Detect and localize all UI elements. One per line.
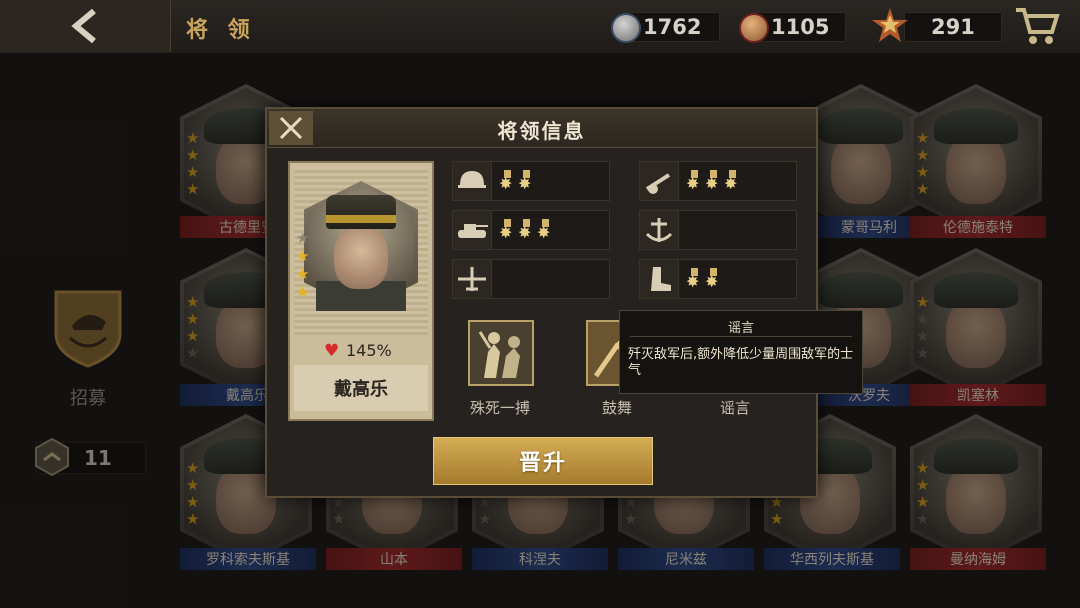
promote-button[interactable]: 晋升 [433, 437, 653, 485]
star-badge-icon [872, 8, 908, 42]
rating-medals: ✸ ✸ [499, 170, 533, 192]
shop-cart-icon[interactable] [1014, 6, 1060, 46]
silver-count: 1762 [643, 15, 702, 39]
close-button[interactable] [269, 111, 313, 145]
medal-icon: ✸ [537, 219, 552, 241]
promote-label: 晋升 [518, 451, 567, 476]
helmet-icon [453, 162, 492, 200]
bronze-medal-icon [739, 13, 769, 43]
portrait-kepi-band [326, 215, 396, 223]
rating-medals: ✸ ✸ ✸ [499, 219, 552, 241]
resource-bronze: 1105 [739, 12, 846, 43]
bronze-count: 1105 [771, 15, 830, 39]
medal-icon: ✸ [518, 219, 533, 241]
soldiers-icon [470, 322, 532, 384]
medal-icon: ✸ [686, 268, 701, 290]
branch-rating-row [639, 210, 797, 250]
rank-stars: ★★★★ [296, 229, 310, 301]
branch-rating-row [452, 259, 610, 299]
skill-last-stand-label: 殊死一搏 [469, 399, 530, 417]
boot-icon [640, 260, 679, 298]
chevron-left-icon [71, 9, 96, 43]
stat-percent: 145% [346, 341, 392, 360]
tooltip-text: 歼灭敌军后,额外降低少量周围敌军的士气 [628, 347, 854, 378]
branch-rating-row: ✸ ✸ [639, 259, 797, 299]
modal-title: 将领信息 [497, 119, 586, 143]
medal-icon: ✸ [499, 219, 514, 241]
medal-icon: ✸ [499, 170, 514, 192]
silver-medal-icon [611, 13, 641, 43]
portrait-face [334, 225, 388, 289]
branch-rating-row: ✸ ✸ [452, 161, 610, 201]
medal-icon: ✸ [724, 170, 739, 192]
tooltip-title: 谣言 [727, 321, 754, 336]
general-card: ★ ★ ★ ★ ♥ 145% 戴高乐 [288, 161, 434, 421]
medal-icon: ✸ [705, 268, 720, 290]
top-bar: 将 领 1762 1105 291 [0, 0, 1080, 53]
resource-star: 291 [872, 8, 1002, 42]
heart-icon: ♥ [324, 341, 340, 361]
plane-icon [453, 260, 492, 298]
rating-medals: ✸ ✸ ✸ [686, 170, 739, 192]
portrait-kepi [326, 195, 396, 229]
anchor-icon [640, 211, 679, 249]
skill-rumor-label: 谣言 [719, 399, 750, 417]
star-count: 291 [931, 15, 975, 39]
medal-icon: ✸ [686, 170, 701, 192]
skill-inspire-label: 鼓舞 [601, 399, 632, 417]
medal-icon: ✸ [705, 170, 720, 192]
general-name: 戴高乐 [334, 379, 388, 400]
skill-last-stand-button[interactable] [468, 320, 534, 386]
medal-icon: ✸ [518, 170, 533, 192]
skill-tooltip: 谣言 歼灭敌军后,额外降低少量周围敌军的士气 [619, 310, 863, 394]
page-title: 将 领 [186, 18, 256, 43]
resource-silver: 1762 [611, 12, 720, 43]
artillery-icon [640, 162, 679, 200]
general-info-modal: 将领信息 ★ ★ ★ ★ ♥ 145% 戴高乐 ✸ ✸ ✸ ✸ ✸ ✸ ✸ ✸ ✸ ✸ 殊死一搏 [265, 107, 818, 498]
rating-medals: ✸ ✸ [686, 268, 720, 290]
tank-icon [453, 211, 492, 249]
branch-rating-row: ✸ ✸ ✸ [452, 210, 610, 250]
branch-rating-row: ✸ ✸ ✸ [639, 161, 797, 201]
close-icon [279, 116, 303, 140]
back-button[interactable] [0, 0, 171, 52]
tooltip-divider [630, 336, 852, 337]
